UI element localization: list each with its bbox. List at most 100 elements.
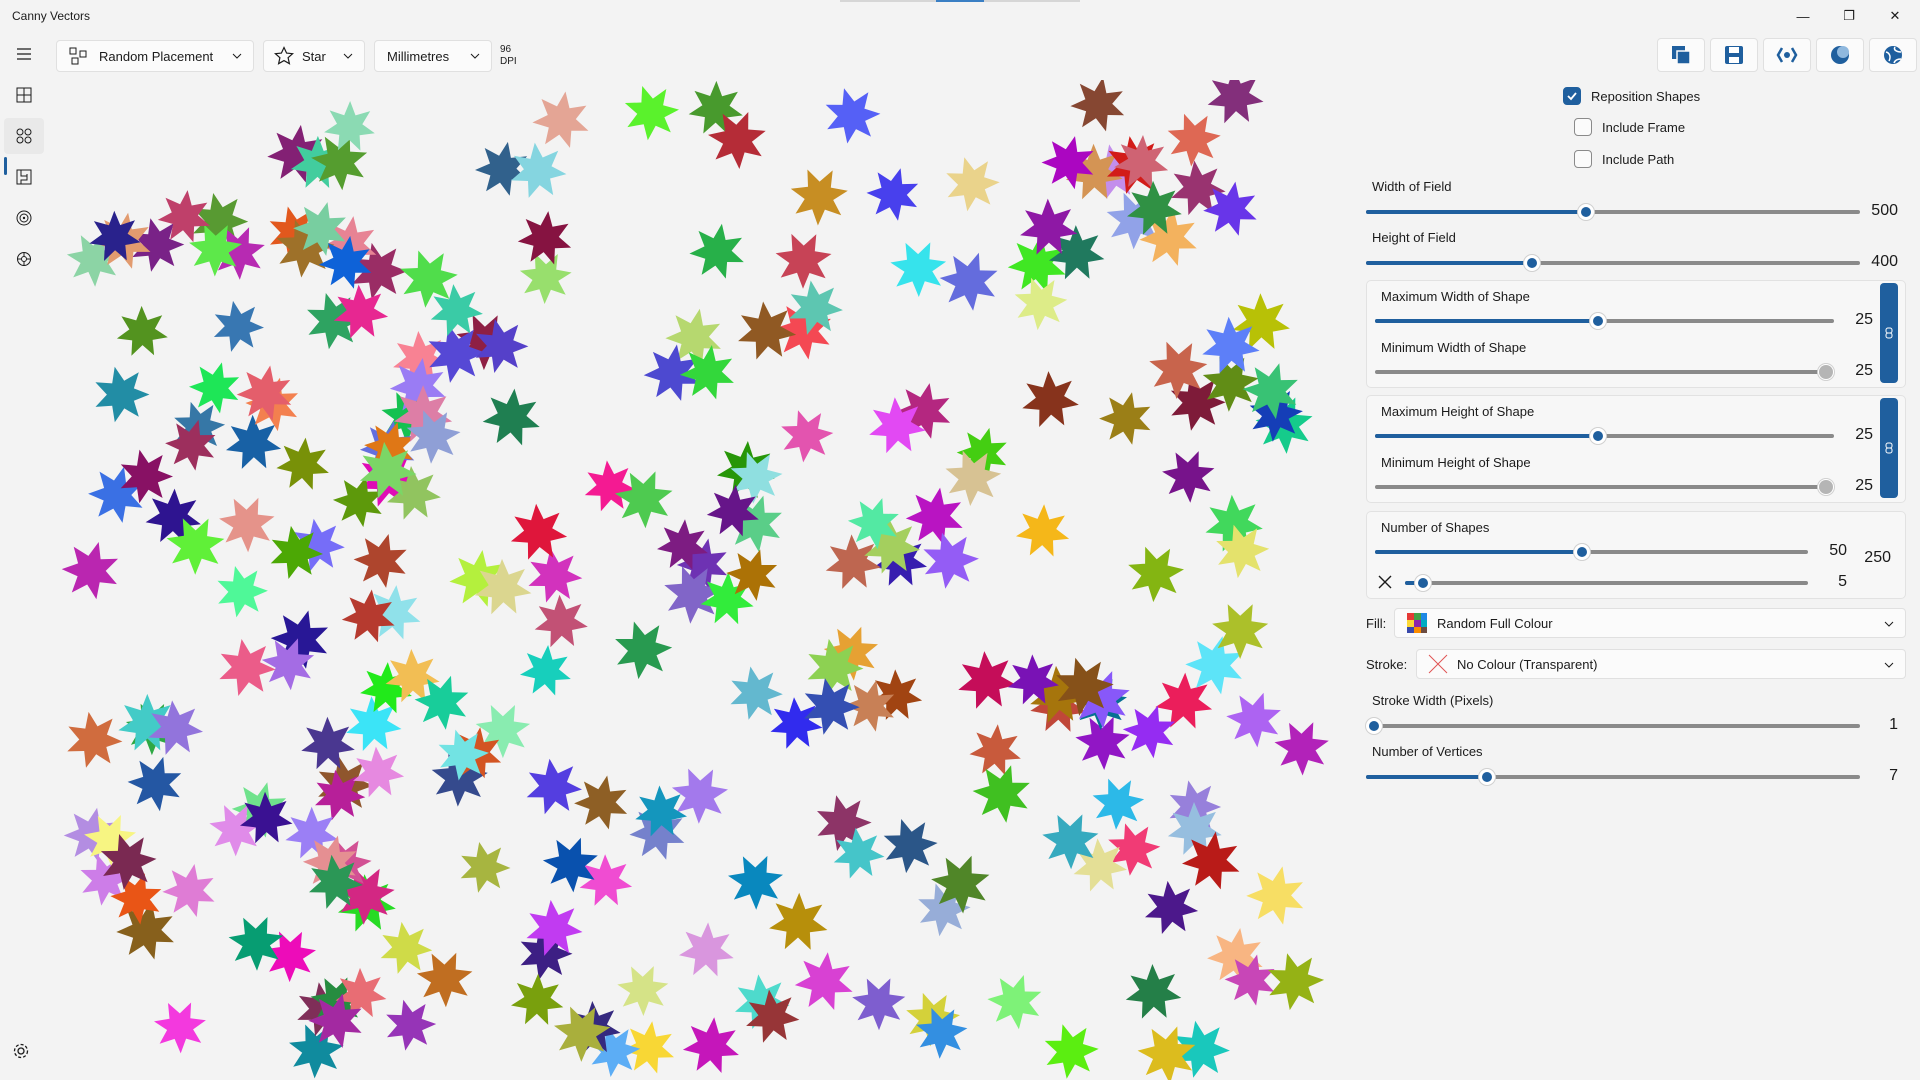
dpi-value: 96 xyxy=(500,44,512,55)
height-field-slider[interactable] xyxy=(1366,255,1860,271)
star-shape xyxy=(1016,504,1070,557)
shape-height-group: Maximum Height of Shape 25 Minimum Heigh… xyxy=(1366,395,1906,503)
number-shapes-group: Number of Shapes 50 250 5 xyxy=(1366,511,1906,599)
slider-thumb[interactable] xyxy=(1366,718,1382,734)
save-button[interactable] xyxy=(1710,38,1758,72)
star-shape xyxy=(116,305,168,356)
fill-dropdown[interactable]: Random Full Colour xyxy=(1394,608,1906,638)
chevron-down-icon xyxy=(470,53,480,59)
stroke-dropdown[interactable]: No Colour (Transparent) xyxy=(1416,649,1906,679)
slider-thumb[interactable] xyxy=(1524,255,1540,271)
code-button[interactable] xyxy=(1763,38,1811,72)
star-shape xyxy=(475,141,528,196)
slider-fill xyxy=(1366,261,1532,265)
nav-random[interactable] xyxy=(4,118,44,154)
width-field-slider[interactable] xyxy=(1366,204,1860,220)
placement-dropdown[interactable]: Random Placement xyxy=(56,40,254,72)
max-height-slider[interactable] xyxy=(1375,428,1834,444)
star-shape xyxy=(730,666,783,720)
copy-icon xyxy=(1672,46,1691,65)
star-shape xyxy=(679,922,734,977)
star-shape xyxy=(770,697,823,749)
star-shape xyxy=(689,223,744,279)
star-shape xyxy=(154,1002,206,1054)
nav-radial[interactable] xyxy=(4,241,44,277)
restore-button[interactable]: ❐ xyxy=(1826,0,1872,32)
star-shape xyxy=(219,639,276,696)
shape-width-group: Maximum Width of Shape 25 Minimum Width … xyxy=(1366,280,1906,388)
reposition-shapes-checkbox[interactable]: Reposition Shapes xyxy=(1563,87,1700,105)
star-shape xyxy=(946,157,1000,212)
web-button[interactable] xyxy=(1869,38,1917,72)
minimize-button[interactable]: — xyxy=(1780,0,1826,32)
drag-indicator xyxy=(936,0,984,2)
max-height-label: Maximum Height of Shape xyxy=(1381,404,1535,419)
vertices-slider[interactable] xyxy=(1366,769,1860,785)
width-field-label: Width of Field xyxy=(1372,179,1452,194)
checkmark-icon xyxy=(1567,92,1577,101)
star-shape xyxy=(852,978,906,1031)
reposition-shapes-label: Reposition Shapes xyxy=(1591,88,1701,104)
include-frame-checkbox[interactable]: Include Frame xyxy=(1574,118,1685,136)
num-shapes-slider[interactable] xyxy=(1375,544,1808,560)
slider-thumb[interactable] xyxy=(1590,428,1606,444)
slider-thumb[interactable] xyxy=(1590,313,1606,329)
code-braces-icon xyxy=(1776,47,1798,63)
maze-icon xyxy=(16,169,32,185)
vertices-label: Number of Vertices xyxy=(1372,744,1483,759)
star-shape xyxy=(1207,80,1264,124)
star-shape xyxy=(127,756,182,812)
settings-button[interactable] xyxy=(12,1042,30,1065)
save-icon xyxy=(1725,46,1743,64)
close-icon[interactable] xyxy=(1377,574,1393,590)
width-field-value: 500 xyxy=(1871,202,1898,219)
star-shape xyxy=(1125,964,1182,1019)
units-dropdown[interactable]: Millimetres xyxy=(374,40,492,72)
nav-grid[interactable] xyxy=(4,77,44,113)
min-width-slider[interactable] xyxy=(1375,364,1834,380)
star-shape xyxy=(825,88,881,144)
theme-icon xyxy=(1831,46,1849,64)
star-shape xyxy=(301,716,355,770)
max-width-slider[interactable] xyxy=(1375,313,1834,329)
nav-maze[interactable] xyxy=(4,159,44,195)
star-shape xyxy=(1145,880,1199,934)
star-shape xyxy=(775,233,832,289)
num-shapes-secondary-slider[interactable] xyxy=(1405,575,1808,591)
star-shape xyxy=(526,758,582,815)
slider-thumb[interactable] xyxy=(1574,544,1590,560)
min-height-slider[interactable] xyxy=(1375,479,1834,495)
menu-button[interactable] xyxy=(4,36,44,72)
nav-spiral[interactable] xyxy=(4,200,44,236)
include-path-checkbox[interactable]: Include Path xyxy=(1574,150,1674,168)
star-shape xyxy=(923,532,979,589)
slider-thumb[interactable] xyxy=(1578,204,1594,220)
star-shape xyxy=(95,366,150,423)
link-width-toggle[interactable] xyxy=(1880,283,1898,383)
close-button[interactable]: ✕ xyxy=(1872,0,1918,32)
chevron-down-icon xyxy=(1884,662,1894,668)
slider-thumb[interactable] xyxy=(1415,575,1431,591)
star-shape xyxy=(1274,722,1329,776)
copy-button[interactable] xyxy=(1657,38,1705,72)
shape-dropdown[interactable]: Star xyxy=(263,40,365,72)
star-shape xyxy=(1022,371,1079,427)
slider-thumb[interactable] xyxy=(1479,769,1495,785)
placement-icon xyxy=(69,47,87,65)
star-shape xyxy=(519,253,572,304)
dpi-indicator: 96 DPI xyxy=(500,44,517,68)
slider-thumb[interactable] xyxy=(1818,364,1834,380)
stroke-width-slider[interactable] xyxy=(1366,718,1860,734)
star-shape xyxy=(866,168,919,221)
title-bar: Canny Vectors — ❐ ✕ xyxy=(0,0,1920,32)
star-shape xyxy=(61,542,118,600)
slider-thumb[interactable] xyxy=(1818,479,1834,495)
star-shape xyxy=(1226,692,1281,748)
stroke-width-label: Stroke Width (Pixels) xyxy=(1372,693,1494,708)
star-shape xyxy=(1099,392,1151,445)
drawing-canvas[interactable] xyxy=(60,80,1360,1080)
num-shapes-label: Number of Shapes xyxy=(1381,520,1490,535)
grid-icon xyxy=(16,87,32,103)
theme-button[interactable] xyxy=(1816,38,1864,72)
link-height-toggle[interactable] xyxy=(1880,398,1898,498)
